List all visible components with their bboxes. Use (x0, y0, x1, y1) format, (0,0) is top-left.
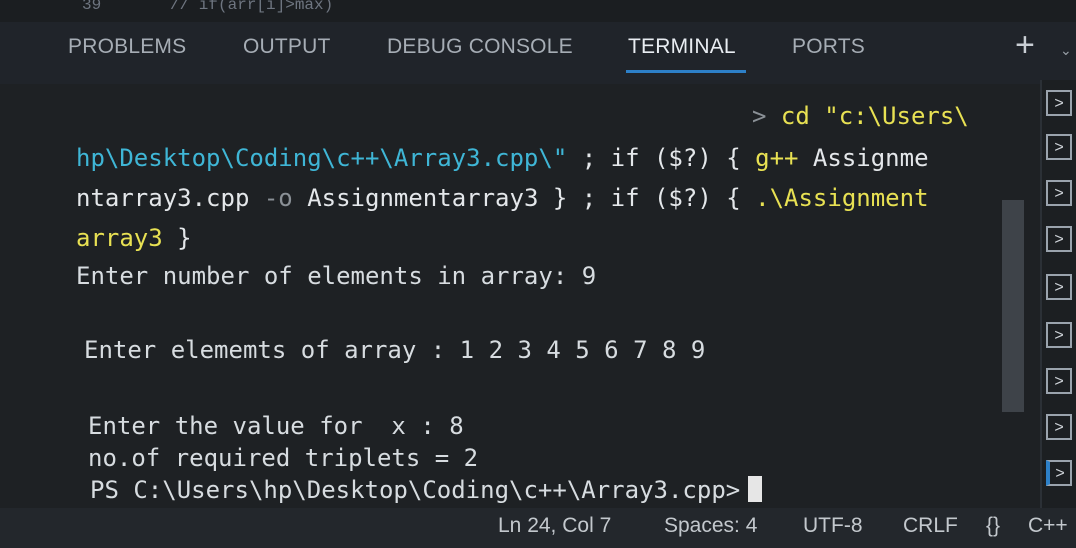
terminal-line-7: Enter the value for x : 8 (88, 412, 464, 440)
output-name: Assignmentarray3 } ; if ($?) { (292, 184, 756, 212)
terminal-output[interactable]: > cd "c:\Users\ hp\Desktop\Coding\c++\Ar… (0, 84, 1030, 508)
editor-peek-line: 39 // if(arr[i]>max) (0, 0, 1076, 22)
ps-prompt: PS C:\Users\hp\Desktop\Coding\c++\Array3… (90, 476, 741, 504)
chevron-down-icon[interactable]: ⌄ (1060, 42, 1072, 59)
terminal-entry-8[interactable]: > (1046, 414, 1072, 440)
if-clause: ; if ($?) { (567, 144, 756, 172)
source-file: ntarray3.cpp (76, 184, 264, 212)
terminal-line-1: > cd "c:\Users\ (752, 102, 969, 130)
terminal-line-2: hp\Desktop\Coding\c++\Array3.cpp\" ; if … (76, 144, 929, 172)
cd-command: cd "c:\Users\ (780, 102, 969, 130)
braces-icon[interactable]: {} (986, 514, 1000, 538)
path-text: hp\Desktop\Coding\c++\Array3.cpp\" (76, 144, 568, 172)
status-language[interactable]: C++ (1028, 514, 1068, 538)
line-number: 39 (82, 0, 102, 14)
status-eol[interactable]: CRLF (903, 514, 958, 538)
tab-problems[interactable]: PROBLEMS (68, 35, 186, 59)
code-text: // if(arr[i]>max) (170, 0, 334, 14)
gpp-command: g++ (755, 144, 799, 172)
run-command-cont: array3 (76, 224, 163, 252)
output-flag: -o (263, 184, 293, 212)
tab-terminal[interactable]: TERMINAL (628, 35, 736, 59)
tab-output[interactable]: OUTPUT (243, 35, 331, 59)
terminal-entry-4[interactable]: > (1046, 226, 1072, 252)
terminal-line-5: Enter number of elements in array: 9 (76, 262, 597, 290)
terminal-line-4: array3 } (76, 224, 192, 252)
status-cursor-position[interactable]: Ln 24, Col 7 (498, 514, 611, 538)
status-indentation[interactable]: Spaces: 4 (664, 514, 757, 538)
terminal-entry-1[interactable]: > (1046, 90, 1072, 116)
terminal-list: > > > > > > > > > (1040, 80, 1076, 510)
new-terminal-button[interactable]: + (1015, 26, 1035, 65)
terminal-scrollbar[interactable] (1002, 200, 1024, 412)
terminal-line-9: PS C:\Users\hp\Desktop\Coding\c++\Array3… (90, 476, 763, 504)
tab-ports[interactable]: PORTS (792, 35, 865, 59)
closing-brace: } (162, 224, 192, 252)
terminal-line-8: no.of required triplets = 2 (88, 444, 479, 472)
terminal-entry-3[interactable]: > (1046, 180, 1072, 206)
terminal-line-3: ntarray3.cpp -o Assignmentarray3 } ; if … (76, 184, 929, 212)
active-tab-indicator (626, 70, 746, 73)
terminal-entry-6[interactable]: > (1046, 322, 1072, 348)
terminal-entry-7[interactable]: > (1046, 368, 1072, 394)
terminal-entry-5[interactable]: > (1046, 274, 1072, 300)
panel-tab-bar: PROBLEMS OUTPUT DEBUG CONSOLE TERMINAL P… (0, 22, 1076, 84)
tab-debug-console[interactable]: DEBUG CONSOLE (387, 35, 573, 59)
prompt-arrow: > (752, 102, 781, 130)
terminal-entry-2[interactable]: > (1046, 134, 1072, 160)
terminal-line-6: Enter elememts of array : 1 2 3 4 5 6 7 … (84, 336, 706, 364)
gpp-args: Assignme (798, 144, 929, 172)
status-bar: Ln 24, Col 7 Spaces: 4 UTF-8 CRLF {} C++ (0, 508, 1076, 548)
run-command: .\Assignment (755, 184, 929, 212)
terminal-entry-9[interactable]: > (1046, 460, 1072, 486)
terminal-cursor (748, 476, 763, 502)
status-encoding[interactable]: UTF-8 (803, 514, 863, 538)
